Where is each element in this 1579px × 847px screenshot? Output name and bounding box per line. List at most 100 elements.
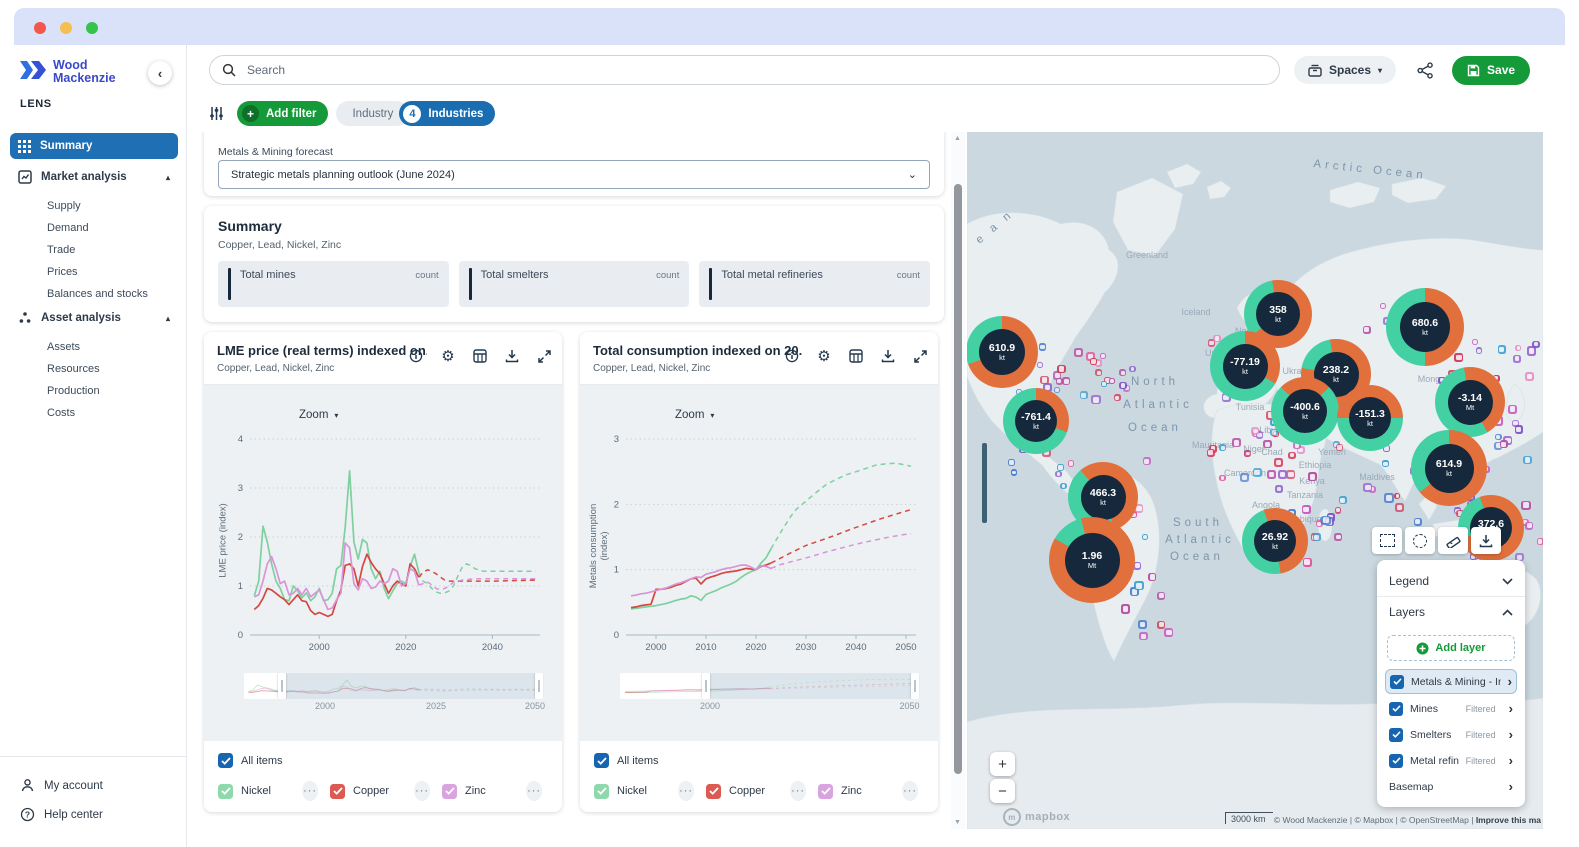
asset-marker[interactable] <box>1275 485 1282 492</box>
maximize-window-icon[interactable] <box>86 22 98 34</box>
asset-marker[interactable] <box>1119 369 1126 376</box>
info-icon[interactable] <box>408 348 424 364</box>
asset-marker[interactable] <box>1532 341 1539 348</box>
checkbox-checked-icon[interactable] <box>594 753 609 768</box>
item-menu-button[interactable]: ··· <box>526 781 542 801</box>
item-menu-button[interactable]: ··· <box>414 781 430 801</box>
sidebar-subitem-trade[interactable]: Trade <box>10 239 178 261</box>
checkbox-checked-icon[interactable] <box>1389 754 1403 768</box>
asset-marker[interactable] <box>1523 456 1532 465</box>
world-map[interactable]: Arctic OceanNorthAtlanticOceanSouthAtlan… <box>967 132 1543 829</box>
checkbox-checked-icon[interactable] <box>1389 702 1403 716</box>
asset-marker[interactable] <box>1148 573 1157 582</box>
asset-marker[interactable] <box>1142 534 1148 540</box>
asset-marker[interactable] <box>1302 505 1311 514</box>
checkbox-checked-icon[interactable] <box>218 784 233 799</box>
layer-row-smelters[interactable]: SmeltersFiltered› <box>1385 723 1517 746</box>
selector-selection[interactable] <box>710 673 911 699</box>
asset-marker[interactable] <box>1382 460 1389 467</box>
asset-marker[interactable] <box>1395 503 1403 511</box>
legend-section-toggle[interactable]: Legend <box>1377 566 1525 596</box>
asset-marker[interactable] <box>1121 604 1130 613</box>
asset-marker[interactable] <box>1500 440 1508 448</box>
asset-marker[interactable] <box>1219 444 1226 451</box>
close-window-icon[interactable] <box>34 22 46 34</box>
sidebar-subitem-prices[interactable]: Prices <box>10 261 178 283</box>
legend-item-nickel[interactable]: Nickel <box>594 784 678 799</box>
asset-marker[interactable] <box>1011 469 1017 475</box>
footer-item-help-center[interactable]: ?Help center <box>0 800 186 829</box>
checkbox-checked-icon[interactable] <box>442 784 457 799</box>
item-menu-button[interactable]: ··· <box>790 781 806 801</box>
asset-marker[interactable] <box>1286 470 1295 479</box>
cluster-donut[interactable]: 610.9kt <box>967 316 1038 388</box>
scrollbar-thumb[interactable] <box>954 184 962 774</box>
checkbox-checked-icon[interactable] <box>218 753 233 768</box>
asset-marker[interactable] <box>1274 458 1283 467</box>
asset-marker[interactable] <box>1109 378 1115 384</box>
asset-marker[interactable] <box>1384 493 1393 502</box>
improve-map-link[interactable]: Improve this ma <box>1476 815 1541 825</box>
asset-marker[interactable] <box>1157 621 1165 629</box>
cluster-donut[interactable]: -77.19kt <box>1210 331 1280 401</box>
item-menu-button[interactable]: ··· <box>902 781 918 801</box>
asset-marker[interactable] <box>1244 450 1251 457</box>
asset-marker[interactable] <box>1039 343 1047 351</box>
measure-button[interactable] <box>1438 527 1468 554</box>
info-icon[interactable] <box>784 348 800 364</box>
legend-item-zinc[interactable]: Zinc <box>818 784 902 799</box>
lasso-select-button[interactable] <box>1405 527 1435 554</box>
item-menu-button[interactable]: ··· <box>678 781 694 801</box>
selector-handle-right[interactable] <box>911 673 919 699</box>
legend-item-copper[interactable]: Copper <box>330 784 414 799</box>
industries-filter-chip[interactable]: 4 Industries <box>399 101 495 126</box>
cluster-donut[interactable]: -761.4kt <box>1003 388 1069 454</box>
asset-marker[interactable] <box>1056 378 1063 385</box>
asset-marker[interactable] <box>1454 353 1463 362</box>
asset-marker[interactable] <box>1157 592 1165 600</box>
search-bar[interactable] <box>209 55 1280 85</box>
asset-marker[interactable] <box>1476 347 1483 354</box>
asset-marker[interactable] <box>1251 427 1259 435</box>
checkbox-checked-icon[interactable] <box>594 784 609 799</box>
asset-marker[interactable] <box>1339 496 1347 504</box>
asset-marker[interactable] <box>1334 533 1342 541</box>
legend-item-zinc[interactable]: Zinc <box>442 784 526 799</box>
checkbox-checked-icon[interactable] <box>1389 728 1403 742</box>
checkbox-checked-icon[interactable] <box>706 784 721 799</box>
zoom-out-button[interactable]: − <box>990 779 1015 803</box>
asset-marker[interactable] <box>1380 303 1386 309</box>
expand-icon[interactable] <box>536 348 552 364</box>
asset-marker[interactable] <box>1134 581 1143 590</box>
download-icon[interactable] <box>504 348 520 364</box>
asset-marker[interactable] <box>1537 538 1543 545</box>
asset-marker[interactable] <box>1498 345 1506 353</box>
asset-marker[interactable] <box>1414 518 1422 526</box>
asset-marker[interactable] <box>1207 449 1215 457</box>
asset-marker[interactable] <box>1278 470 1287 479</box>
asset-marker[interactable] <box>1080 391 1088 399</box>
chart-zoom-dropdown[interactable]: Zoom▾ <box>299 409 338 421</box>
cluster-donut[interactable]: 680.6kt <box>1386 288 1464 366</box>
settings-gear-icon[interactable]: ⚙ <box>816 348 832 364</box>
layer-row-mines[interactable]: MinesFiltered› <box>1385 697 1517 720</box>
asset-marker[interactable] <box>1090 358 1098 366</box>
asset-marker[interactable] <box>1240 473 1249 482</box>
expand-icon[interactable] <box>912 348 928 364</box>
asset-marker[interactable] <box>1101 381 1107 387</box>
sidebar-collapse-button[interactable]: ‹ <box>148 61 172 85</box>
selector-handle-left[interactable] <box>278 673 286 699</box>
asset-marker[interactable] <box>1091 395 1100 404</box>
asset-marker[interactable] <box>1363 326 1371 334</box>
download-button[interactable] <box>1471 527 1501 554</box>
legend-item-nickel[interactable]: Nickel <box>218 784 302 799</box>
asset-marker[interactable] <box>1037 362 1043 368</box>
share-button[interactable] <box>1410 55 1440 85</box>
checkbox-checked-icon[interactable] <box>1390 675 1404 689</box>
range-selector[interactable] <box>244 673 544 699</box>
chart-zoom-dropdown[interactable]: Zoom▾ <box>675 409 714 421</box>
minimize-window-icon[interactable] <box>60 22 72 34</box>
all-items-toggle[interactable]: All items <box>218 753 283 768</box>
asset-marker[interactable] <box>1508 405 1517 414</box>
scroll-up-icon[interactable]: ▲ <box>954 135 961 142</box>
